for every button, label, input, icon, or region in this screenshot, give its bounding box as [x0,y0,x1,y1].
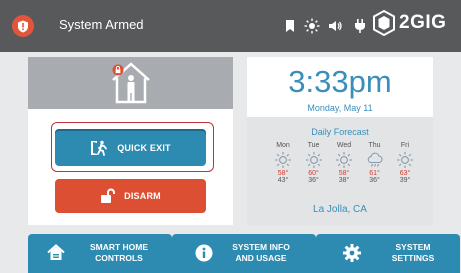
2gig-logo: 2GIG [372,10,446,36]
plug-icon[interactable] [351,17,369,35]
rain-icon [366,151,384,169]
system-status-text: System Armed [59,17,144,32]
quick-exit-button[interactable]: QUICK EXIT [55,129,206,166]
low-temp: 36° [369,177,380,184]
sun-icon [396,151,414,169]
day-name: Mon [276,142,290,149]
system-info-usage-button[interactable]: SYSTEM INFO AND USAGE [172,234,316,273]
sun-icon [335,151,353,169]
info-icon [194,243,214,265]
sun-icon [305,151,323,169]
smart-home-controls-button[interactable]: SMART HOME CONTROLS [28,234,172,273]
low-temp: 38° [338,177,350,184]
disarm-button[interactable]: DISARM [55,179,206,213]
gear-icon [342,243,362,265]
forecast-day: Tue 60° 36° [300,142,328,184]
home-status-panel [28,57,233,109]
exit-door-icon [90,140,108,156]
forecast-day: Wed 58° 38° [330,142,358,184]
day-name: Thu [368,142,381,149]
forecast-title: Daily Forecast [311,127,369,137]
low-temp: 43° [277,177,289,184]
clock-time: 3:33pm [288,64,392,99]
system-info-label-line2: AND USAGE [235,253,287,263]
home-icon [46,243,66,265]
forecast-day: Thu 61° 36° [361,142,389,184]
system-settings-label-line2: SETTINGS [391,253,435,263]
high-temp: 61° [369,170,380,177]
house-occupant-icon [112,62,150,104]
high-temp: 58° [338,170,350,177]
brand-name: 2GIG [399,12,447,33]
forecast-day: Mon 58° 43° [269,142,297,184]
day-name: Tue [307,142,320,149]
high-temp: 58° [277,170,289,177]
bookmark-icon[interactable] [281,17,299,35]
sun-icon [274,151,292,169]
low-temp: 39° [399,177,411,184]
system-info-label-line1: SYSTEM INFO [232,242,290,252]
quick-exit-label: QUICK EXIT [117,142,171,153]
forecast-day: Fri 63° 39° [391,142,419,184]
unlock-icon [100,188,116,204]
brightness-icon[interactable] [303,17,321,35]
clock-date: Monday, May 11 [307,103,373,113]
forecast-days: Mon 58° 43° Tue 60° 36° Wed 58° 38° Thu … [269,142,419,184]
2gig-logo-icon [373,10,395,36]
forecast-location: La Jolla, CA [313,204,367,215]
low-temp: 36° [308,177,319,184]
disarm-label: DISARM [124,191,161,201]
system-settings-button[interactable]: SYSTEM SETTINGS [316,234,460,273]
status-bar: System Armed 2GIG [0,0,461,52]
smart-home-label-line2: CONTROLS [95,253,143,263]
smart-home-label-line1: SMART HOME [89,242,149,252]
volume-icon[interactable] [326,17,344,35]
high-temp: 63° [399,170,411,177]
system-settings-label-line1: SYSTEM [395,242,431,252]
weather-forecast-panel[interactable]: Daily Forecast Mon 58° 43° Tue 60° 36° W… [247,117,433,226]
clock-panel[interactable]: 3:33pm Monday, May 11 [247,57,433,117]
day-name: Wed [336,142,352,149]
high-temp: 60° [308,170,319,177]
day-name: Fri [400,142,410,149]
shield-alert-icon[interactable] [12,15,34,37]
